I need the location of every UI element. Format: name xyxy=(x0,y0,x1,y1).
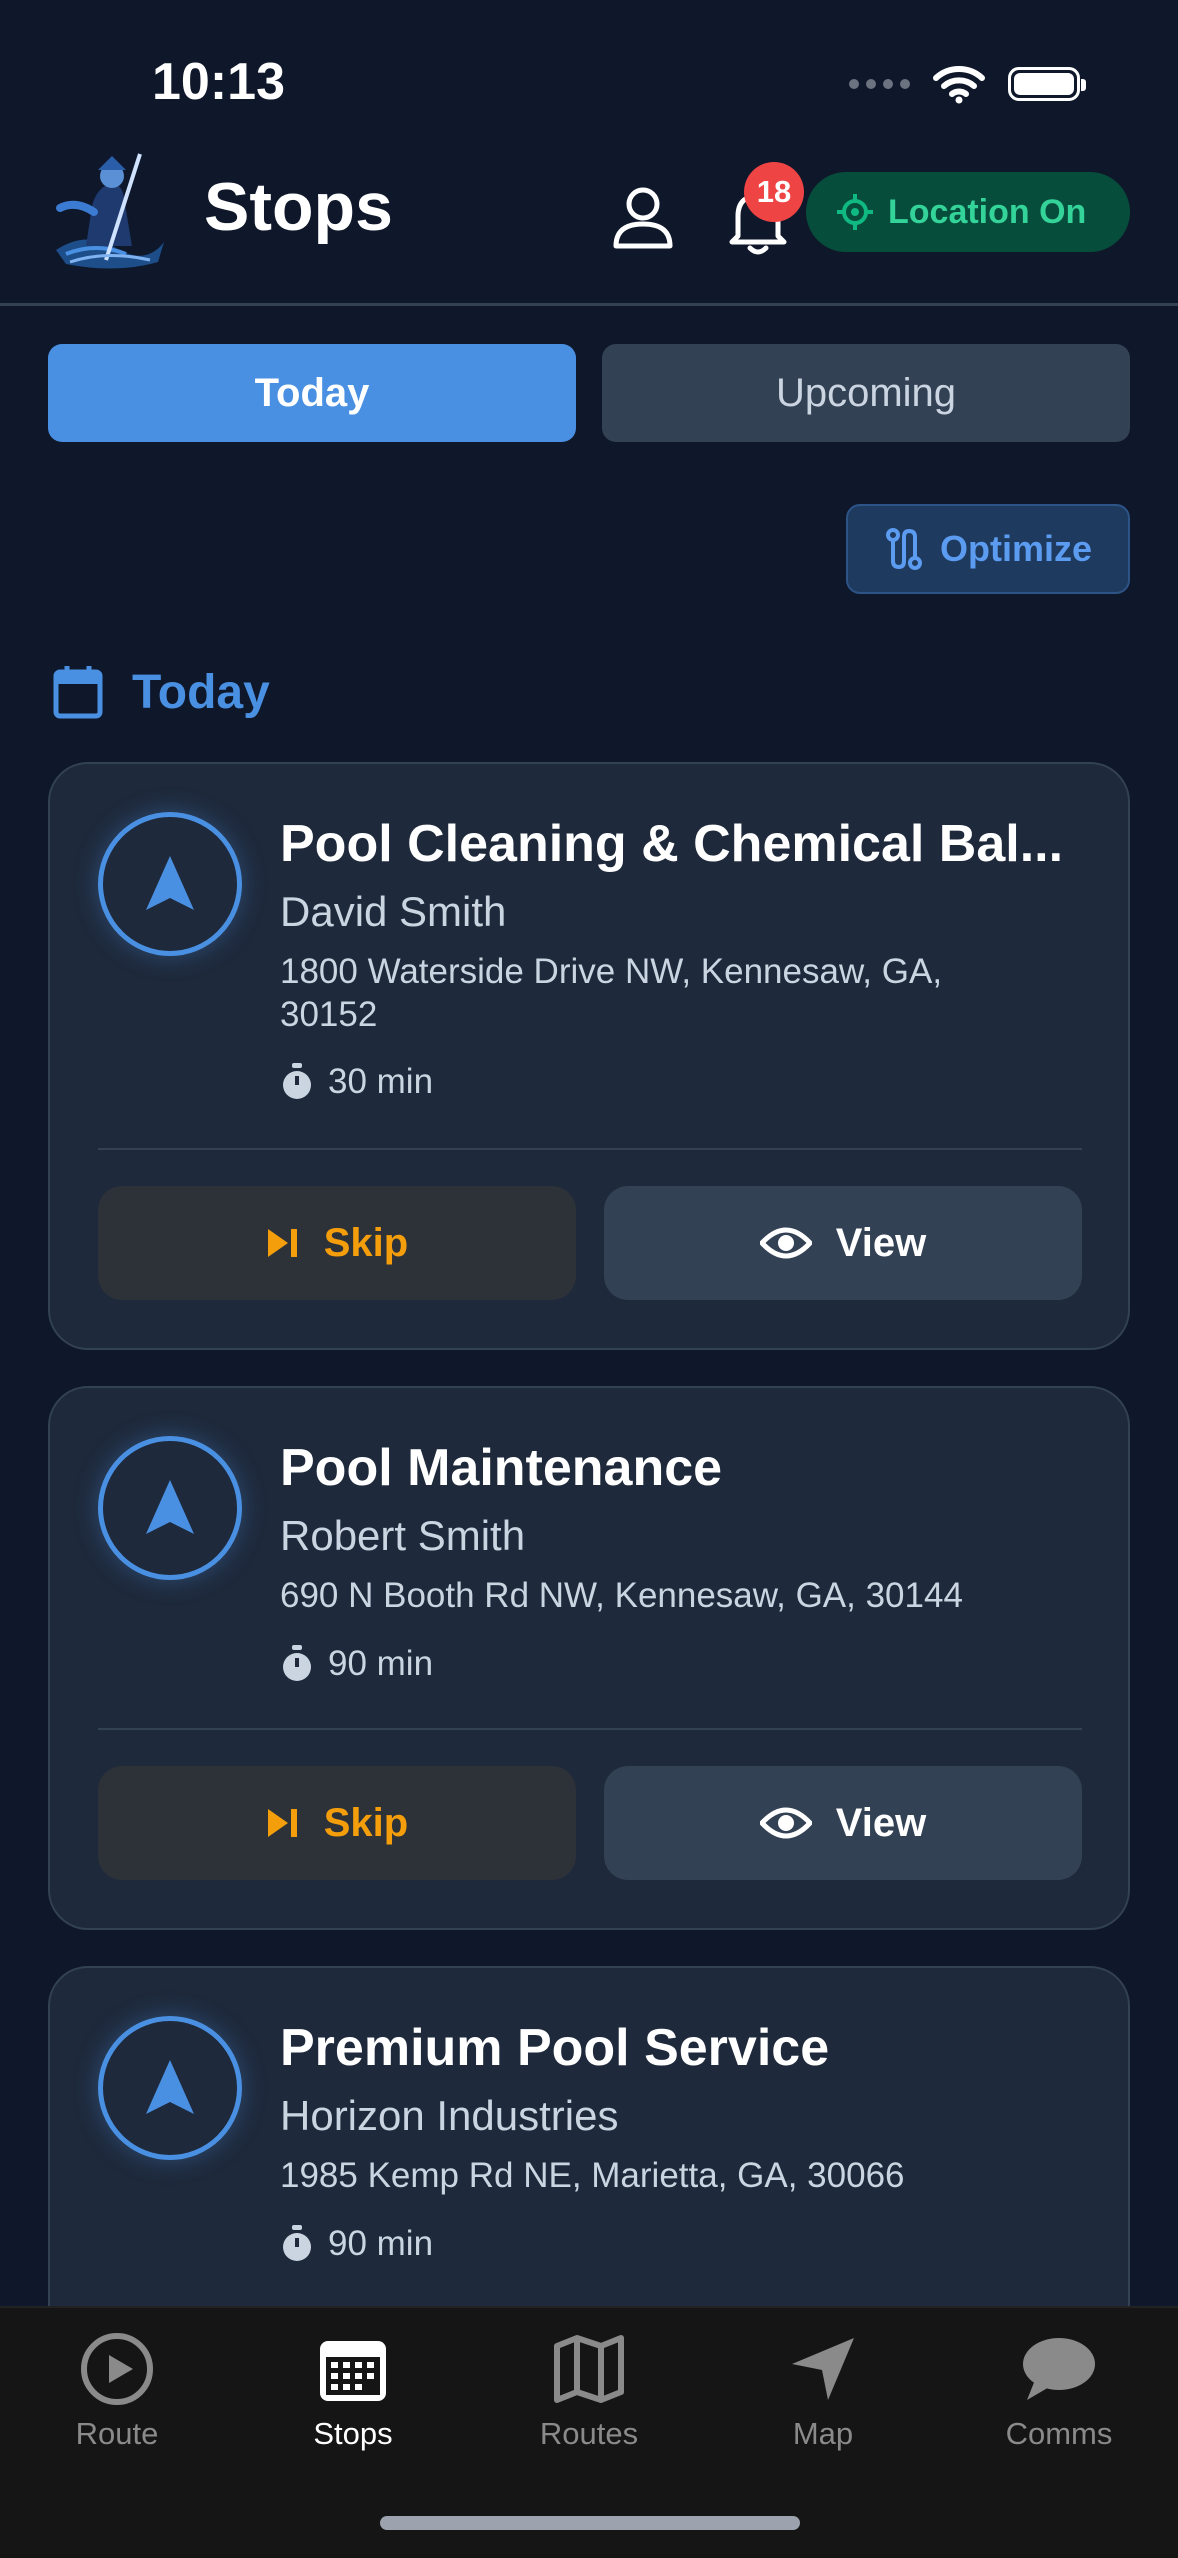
tab-upcoming[interactable]: Upcoming xyxy=(602,344,1130,442)
nav-comms[interactable]: Comms xyxy=(959,2328,1159,2452)
skip-button[interactable]: Skip xyxy=(98,1186,576,1300)
skip-label: Skip xyxy=(323,1800,409,1845)
stop-customer: David Smith xyxy=(280,888,507,935)
skip-next-icon xyxy=(267,1229,297,1257)
navigate-button[interactable] xyxy=(98,812,242,956)
section-title: Today xyxy=(132,665,270,719)
wifi-icon xyxy=(933,66,985,104)
stop-card[interactable]: Pool Cleaning & Chemical Bal... David Sm… xyxy=(48,762,1130,1350)
nav-label: Map xyxy=(792,2416,854,2451)
view-button[interactable]: View xyxy=(604,1766,1082,1880)
nav-route[interactable]: Route xyxy=(17,2328,217,2452)
skip-next-icon xyxy=(267,1809,297,1837)
play-circle-icon xyxy=(81,2333,153,2405)
view-button[interactable]: View xyxy=(604,1186,1082,1300)
card-divider xyxy=(98,1728,1082,1730)
stopwatch-icon xyxy=(283,1063,311,1099)
nav-label: Comms xyxy=(1005,2416,1113,2451)
calendar-icon xyxy=(53,666,103,719)
profile-icon[interactable] xyxy=(606,180,680,254)
location-label: Location On xyxy=(888,192,1087,231)
stop-title: Pool Cleaning & Chemical Bal... xyxy=(280,815,1064,873)
optimize-label: Optimize xyxy=(939,528,1092,569)
navigate-button[interactable] xyxy=(98,1436,242,1580)
navigation-arrow-icon xyxy=(792,2338,854,2400)
duration-label: 90 min xyxy=(328,2224,434,2263)
nav-label: Routes xyxy=(539,2416,639,2451)
tab-today[interactable]: Today xyxy=(48,344,576,442)
calendar-grid-icon xyxy=(320,2341,386,2401)
duration-label: 30 min xyxy=(328,1062,434,1101)
stop-address: 1985 Kemp Rd NE, Marietta, GA, 30066 xyxy=(280,2156,905,2195)
stop-address: 1800 Waterside Drive NW, Kennesaw, GA, 3… xyxy=(280,952,943,1034)
nav-label: Route xyxy=(75,2416,159,2451)
skip-button[interactable]: Skip xyxy=(98,1766,576,1880)
nav-map[interactable]: Map xyxy=(723,2328,923,2452)
skip-label: Skip xyxy=(323,1220,409,1265)
home-indicator xyxy=(380,2516,800,2530)
view-label: View xyxy=(835,1800,927,1845)
nav-label: Stops xyxy=(313,2416,393,2451)
location-status-button[interactable]: Location On xyxy=(806,172,1130,252)
navigation-arrow-icon xyxy=(146,1480,194,1534)
card-divider xyxy=(98,1148,1082,1150)
navigate-button[interactable] xyxy=(98,2016,242,2160)
stopwatch-icon xyxy=(283,2225,311,2261)
status-icons xyxy=(849,64,1086,104)
location-target-icon xyxy=(837,194,873,230)
navigation-arrow-icon xyxy=(146,2060,194,2114)
stop-address: 690 N Booth Rd NW, Kennesaw, GA, 30144 xyxy=(280,1576,963,1615)
stop-duration: 30 min xyxy=(280,1062,433,1102)
stop-customer: Horizon Industries xyxy=(280,2092,619,2139)
nav-routes[interactable]: Routes xyxy=(489,2328,689,2452)
cellular-signal-icon xyxy=(849,79,910,89)
stop-title: Premium Pool Service xyxy=(280,2019,830,2077)
stop-customer: Robert Smith xyxy=(280,1512,526,1559)
stop-card[interactable]: Pool Maintenance Robert Smith 690 N Boot… xyxy=(48,1386,1130,1930)
route-optimize-icon xyxy=(885,528,922,570)
status-time: 10:13 xyxy=(152,53,285,111)
app-header: Stops 18 Location On xyxy=(0,140,1178,306)
section-heading-today: Today xyxy=(52,664,270,720)
chat-bubble-icon xyxy=(1023,2338,1095,2400)
app-logo xyxy=(56,153,164,269)
page-title: Stops xyxy=(204,169,393,245)
stopwatch-icon xyxy=(283,1645,311,1681)
map-icon xyxy=(554,2335,624,2403)
stop-duration: 90 min xyxy=(280,2224,433,2264)
eye-icon xyxy=(759,1227,812,1259)
duration-label: 90 min xyxy=(328,1644,434,1683)
notification-badge: 18 xyxy=(744,162,804,222)
battery-icon xyxy=(1008,67,1086,101)
stop-title: Pool Maintenance xyxy=(280,1439,723,1497)
stop-duration: 90 min xyxy=(280,1644,433,1684)
optimize-button[interactable]: Optimize xyxy=(846,504,1130,594)
eye-icon xyxy=(759,1807,812,1839)
nav-stops[interactable]: Stops xyxy=(253,2328,453,2452)
view-label: View xyxy=(835,1220,927,1265)
navigation-arrow-icon xyxy=(146,856,194,910)
